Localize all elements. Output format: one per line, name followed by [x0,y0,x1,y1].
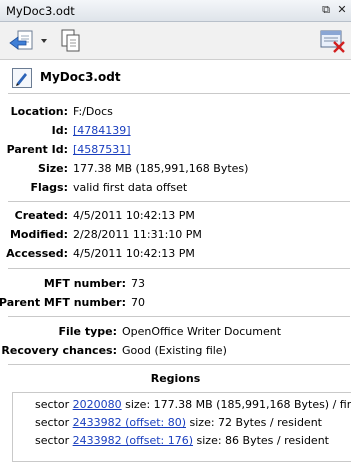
window-title: MyDoc3.odt [6,4,75,18]
list-item: sector 2433982 (offset: 176) size: 86 By… [35,433,329,449]
region-text: size: 86 Bytes / resident [196,434,329,447]
flags-label: Flags: [30,181,68,194]
id-row: Id: [0,123,68,139]
region-prefix: sector [35,434,70,447]
modified-label: Modified: [9,228,68,241]
parent-mft-row: Parent MFT number: [0,295,126,311]
created-value: 4/5/2011 10:42:13 PM [73,209,195,222]
regions-heading: Regions [150,372,201,385]
accessed-value: 4/5/2011 10:42:13 PM [73,247,195,260]
mft-label: MFT number: [43,277,126,290]
recover-button[interactable] [8,28,48,54]
parent-id-link[interactable]: [4587531] [73,142,131,158]
hide-panel-icon [320,30,345,53]
id-link[interactable]: [4784139] [73,123,131,139]
file-type-label: File type: [58,325,117,338]
region-sector-link[interactable]: 2433982 (offset: 80) [73,416,186,429]
region-sector-link[interactable]: 2020080 [73,398,122,411]
size-row: Size: [0,161,68,177]
title-bar: MyDoc3.odt ⧉ ✕ [0,0,351,22]
location-label: Location: [10,105,68,118]
location-row: Location: [0,104,68,120]
parent-mft-value: 70 [131,296,145,309]
odt-writer-file-icon [12,68,32,88]
id-label: Id: [51,124,68,137]
list-item: sector 2020080 size: 177.38 MB (185,991,… [35,397,351,413]
created-row: Created: [0,208,68,224]
created-label: Created: [14,209,68,222]
modified-value: 2/28/2011 11:31:10 PM [73,228,202,241]
file-type-row: File type: [0,324,117,340]
parent-id-row: Parent Id: [0,142,68,158]
list-item: sector 2433982 (offset: 80) size: 72 Byt… [35,415,322,431]
file-type-value: OpenOffice Writer Document [122,325,282,338]
recovery-row: Recovery chances: [0,343,117,359]
divider [8,268,350,269]
size-value: 177.38 MB (185,991,168 Bytes) [73,162,249,175]
close-icon[interactable]: ✕ [335,3,349,17]
region-prefix: sector [35,416,70,429]
region-sector-link[interactable]: 2433982 (offset: 176) [73,434,193,447]
file-name: MyDoc3.odt [40,70,121,84]
region-text: size: 177.38 MB (185,991,168 Bytes) / fi… [125,398,351,411]
region-text: size: 72 Bytes / resident [189,416,322,429]
mft-value: 73 [131,277,145,290]
flags-row: Flags: [0,180,68,196]
properties-panel: MyDoc3.odt Location: F:/Docs Id: [478413… [0,60,351,462]
hide-panel-button[interactable] [318,28,346,54]
recovery-label: Recovery chances: [1,344,117,357]
recovery-value: Good (Existing file) [122,344,227,357]
divider [8,201,350,202]
size-label: Size: [38,162,68,175]
divider [8,364,350,365]
divider [8,93,350,94]
divider [8,316,350,317]
modified-row: Modified: [0,227,68,243]
regions-list[interactable]: sector 2020080 size: 177.38 MB (185,991,… [12,392,351,462]
parent-mft-label: Parent MFT number: [0,296,126,309]
toolbar [0,22,351,60]
mft-row: MFT number: [0,276,126,292]
float-window-icon[interactable]: ⧉ [319,3,333,17]
accessed-label: Accessed: [6,247,68,260]
location-value: F:/Docs [73,105,113,118]
accessed-row: Accessed: [0,246,68,262]
flags-value: valid first data offset [73,181,188,194]
copy-document-icon [61,29,80,52]
recover-file-icon [9,30,47,50]
region-prefix: sector [35,398,70,411]
copy-button[interactable] [58,28,84,54]
parent-id-label: Parent Id: [6,143,68,156]
